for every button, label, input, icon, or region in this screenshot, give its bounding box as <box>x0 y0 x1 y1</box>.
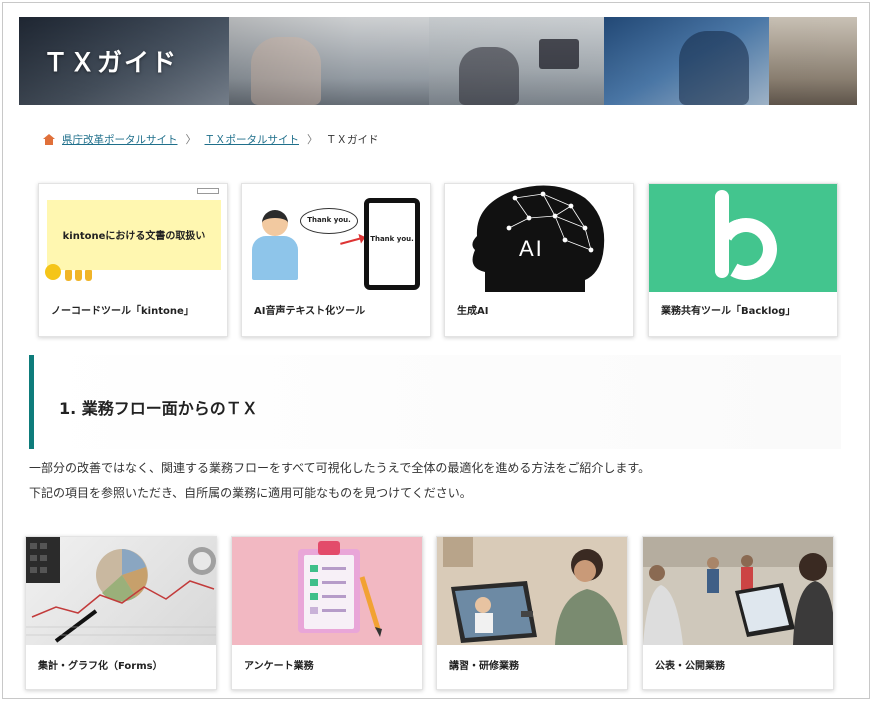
generative-ai-thumbnail: AI <box>445 184 633 292</box>
card-kintone[interactable]: kintoneにおける文書の取扱い ノーコードツール「kintone」 <box>38 183 228 337</box>
page-frame: ＴＸガイド 県庁改革ポータルサイト 〉 ＴＸポータルサイト 〉 ＴＸガイド ki… <box>2 2 870 699</box>
card-label: ノーコードツール「kintone」 <box>51 306 194 317</box>
kintone-thumbnail: kintoneにおける文書の取扱い <box>39 184 227 292</box>
section-description: 一部分の改善ではなく、関連する業務フローをすべて可視化したうえで全体の最適化を進… <box>29 461 651 475</box>
breadcrumb-separator: 〉 <box>307 133 318 146</box>
card-survey[interactable]: アンケート業務 <box>231 536 423 690</box>
kintone-thumb-text: kintoneにおける文書の取扱い <box>62 231 206 242</box>
speech-bubble: Thank you. <box>300 208 358 234</box>
card-label: 生成AI <box>457 306 489 317</box>
breadcrumb-separator: 〉 <box>185 133 197 146</box>
ai-thumb-text: AI <box>519 236 544 261</box>
card-label: 業務共有ツール「Backlog」 <box>661 306 796 317</box>
phone-icon: Thank you. <box>364 198 420 290</box>
card-training[interactable]: 講習・研修業務 <box>436 536 628 690</box>
card-generative-ai[interactable]: AI 生成AI <box>444 183 634 337</box>
chart-photo-thumbnail <box>26 537 216 645</box>
tablet-photo-thumbnail <box>643 537 833 645</box>
section-title: 1. 業務フロー面からのＴＸ <box>59 399 258 418</box>
card-label: 集計・グラフ化（Forms） <box>38 661 163 672</box>
card-label: 講習・研修業務 <box>449 661 519 672</box>
breadcrumb: 県庁改革ポータルサイト 〉 ＴＸポータルサイト 〉 ＴＸガイド <box>43 131 379 147</box>
arrow-icon <box>340 237 362 245</box>
card-publication[interactable]: 公表・公開業務 <box>642 536 834 690</box>
lecture-photo-thumbnail <box>437 537 627 645</box>
ai-transcription-thumbnail: Thank you. Thank you. <box>242 184 430 292</box>
card-ai-transcription[interactable]: Thank you. Thank you. AI音声テキスト化ツール <box>241 183 431 337</box>
breadcrumb-link-tx-portal[interactable]: ＴＸポータルサイト <box>205 132 300 147</box>
backlog-logo-icon <box>649 184 837 292</box>
mascot-icon <box>45 264 61 280</box>
card-label: AI音声テキスト化ツール <box>254 306 366 317</box>
page-title: ＴＸガイド <box>43 49 179 77</box>
home-icon <box>43 133 55 145</box>
card-label: 公表・公開業務 <box>655 661 725 672</box>
card-aggregation-graph[interactable]: 集計・グラフ化（Forms） <box>25 536 217 690</box>
clipboard-thumbnail <box>232 537 422 645</box>
card-label: アンケート業務 <box>244 661 314 672</box>
section-accent-bar <box>29 355 34 449</box>
breadcrumb-current: ＴＸガイド <box>326 133 379 146</box>
hero-banner: ＴＸガイド <box>19 17 857 105</box>
section-description: 下記の項目を参照いただき、自所属の業務に適用可能なものを見つけてください。 <box>29 486 472 500</box>
section-heading: 1. 業務フロー面からのＴＸ <box>29 355 841 449</box>
card-backlog[interactable]: 業務共有ツール「Backlog」 <box>648 183 838 337</box>
breadcrumb-link-prefectural-reform[interactable]: 県庁改革ポータルサイト <box>62 132 178 147</box>
